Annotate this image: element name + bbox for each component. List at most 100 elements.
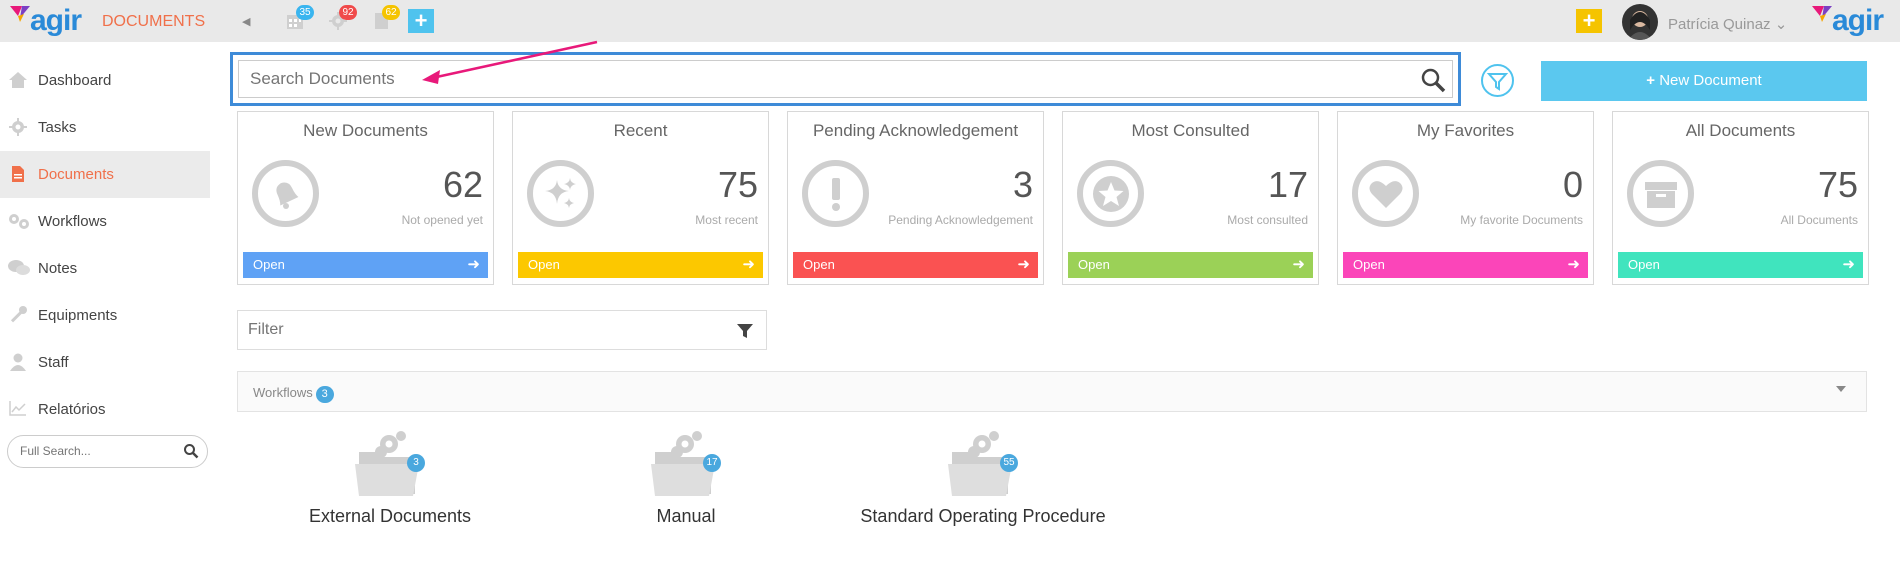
card-count: 3 <box>1012 164 1033 205</box>
card-subtitle: My favorite Documents <box>1460 213 1583 227</box>
open-button[interactable]: Open ➜ <box>1618 252 1863 278</box>
card-title: Pending Acknowledgement <box>812 121 1019 140</box>
card-title: Recent <box>613 121 668 140</box>
card-most-consulted: Most Consulted 17 Most consulted Open ➜ <box>1062 111 1319 285</box>
folder-gears-icon: 3 <box>345 430 435 498</box>
quick-add-icon[interactable]: + <box>1576 9 1602 33</box>
bell-icon <box>252 160 319 227</box>
folder-label: External Documents <box>308 506 472 526</box>
card-count: 75 <box>717 164 758 205</box>
arrow-right-icon: ➜ <box>1567 256 1580 273</box>
card-title: New Documents <box>303 121 428 140</box>
comments-icon <box>7 259 30 279</box>
folder-standard-operating-procedure[interactable]: 55 Standard Operating Procedure <box>853 430 1113 527</box>
chevron-down-icon: ⌄ <box>1774 16 1788 33</box>
app-title: DOCUMENTS <box>102 13 206 30</box>
search-highlight <box>230 52 1461 106</box>
caret-down-icon[interactable] <box>1836 386 1846 392</box>
workflows-header: Workflows 3 <box>253 385 334 403</box>
card-count: 17 <box>1267 164 1308 205</box>
open-button[interactable]: Open ➜ <box>1343 252 1588 278</box>
arrow-right-icon: ➜ <box>1292 256 1305 273</box>
sidebar-item-workflows[interactable]: Workflows <box>0 198 210 245</box>
star-icon <box>1077 160 1144 227</box>
folder-manual[interactable]: 17 Manual <box>586 430 786 527</box>
open-label: Open <box>1628 257 1660 272</box>
folder-count-badge: 55 <box>1000 454 1018 472</box>
open-button[interactable]: Open ➜ <box>243 252 488 278</box>
sidebar-item-label: Notes <box>38 260 78 277</box>
sidebar: Dashboard Tasks Documents Workflows Note… <box>0 57 210 433</box>
card-subtitle: All Documents <box>1780 213 1858 227</box>
sidebar-item-label: Staff <box>38 354 69 371</box>
arrow-right-icon: ➜ <box>742 256 755 273</box>
sidebar-item-relatorios[interactable]: Relatórios <box>0 386 210 433</box>
open-label: Open <box>528 257 560 272</box>
folder-label: Manual <box>656 506 716 526</box>
card-all-documents: All Documents 75 All Documents Open ➜ <box>1612 111 1869 285</box>
document-badge: 62 <box>382 5 400 20</box>
search-input[interactable] <box>250 69 1350 89</box>
user-name[interactable]: Patrícia Quinaz ⌄ <box>1668 15 1787 33</box>
new-document-label: New Document <box>1659 72 1762 89</box>
card-title: My Favorites <box>1416 121 1515 140</box>
card-recent: Recent 75 Most recent Open ➜ <box>512 111 769 285</box>
card-my-favorites: My Favorites 0 My favorite Documents Ope… <box>1337 111 1594 285</box>
gear-badge: 92 <box>339 5 357 20</box>
arrow-right-icon: ➜ <box>467 256 480 273</box>
open-button[interactable]: Open ➜ <box>518 252 763 278</box>
folder-external-documents[interactable]: 3 External Documents <box>290 430 490 527</box>
full-search-input[interactable] <box>20 444 170 458</box>
workflows-panel[interactable]: Workflows 3 <box>237 371 1867 412</box>
sidebar-item-dashboard[interactable]: Dashboard <box>0 57 210 104</box>
gear-icon[interactable]: 92 <box>329 5 357 34</box>
sidebar-item-tasks[interactable]: Tasks <box>0 104 210 151</box>
heart-icon <box>1352 160 1419 227</box>
filter-toggle-button[interactable] <box>1481 64 1514 97</box>
document-icon[interactable]: 62 <box>372 5 400 34</box>
card-count: 75 <box>1817 164 1858 205</box>
sparkle-icon <box>527 160 594 227</box>
folder-gears-icon: 55 <box>938 430 1028 498</box>
sidebar-item-notes[interactable]: Notes <box>0 245 210 292</box>
card-title: Most Consulted <box>1131 121 1250 140</box>
calendar-badge: 35 <box>296 5 314 20</box>
avatar[interactable] <box>1622 4 1658 40</box>
calendar-icon[interactable]: 35 <box>286 5 314 34</box>
sidebar-item-equipments[interactable]: Equipments <box>0 292 210 339</box>
sidebar-item-documents[interactable]: Documents <box>0 151 210 198</box>
workflows-label: Workflows <box>253 385 313 400</box>
open-button[interactable]: Open ➜ <box>793 252 1038 278</box>
card-pending-acknowledgement: Pending Acknowledgement 3 Pending Acknow… <box>787 111 1044 285</box>
filter-icon[interactable] <box>736 322 754 345</box>
sidebar-item-label: Documents <box>38 166 114 183</box>
filter-input[interactable] <box>248 321 698 339</box>
document-icon <box>7 165 29 185</box>
exclamation-icon <box>802 160 869 227</box>
top-bar: agir DOCUMENTS ◀ 35 92 62 + + Patrícia Q… <box>0 0 1900 42</box>
brand-name: agir <box>30 4 82 37</box>
gear-icon <box>7 117 29 138</box>
open-button[interactable]: Open ➜ <box>1068 252 1313 278</box>
search-box <box>238 60 1453 98</box>
open-label: Open <box>803 257 835 272</box>
card-subtitle: Not opened yet <box>401 213 483 227</box>
chevron-left-icon[interactable]: ◀ <box>242 15 250 28</box>
sidebar-item-label: Equipments <box>38 307 118 324</box>
card-title: All Documents <box>1685 121 1796 140</box>
folder-gears-icon: 17 <box>641 430 731 498</box>
card-count: 0 <box>1562 164 1583 205</box>
user-icon <box>7 353 29 373</box>
search-icon[interactable] <box>183 443 199 464</box>
add-icon[interactable]: + <box>408 9 434 33</box>
card-new-documents: New Documents 62 Not opened yet Open ➜ <box>237 111 494 285</box>
sidebar-item-staff[interactable]: Staff <box>0 339 210 386</box>
card-subtitle: Most recent <box>695 213 758 227</box>
folder-count-badge: 3 <box>407 454 425 472</box>
archive-icon <box>1627 160 1694 227</box>
search-icon[interactable] <box>1420 67 1446 98</box>
new-document-button[interactable]: + New Document <box>1541 61 1867 101</box>
open-label: Open <box>1353 257 1385 272</box>
gears-icon <box>7 212 29 232</box>
workflows-count-badge: 3 <box>315 386 334 403</box>
